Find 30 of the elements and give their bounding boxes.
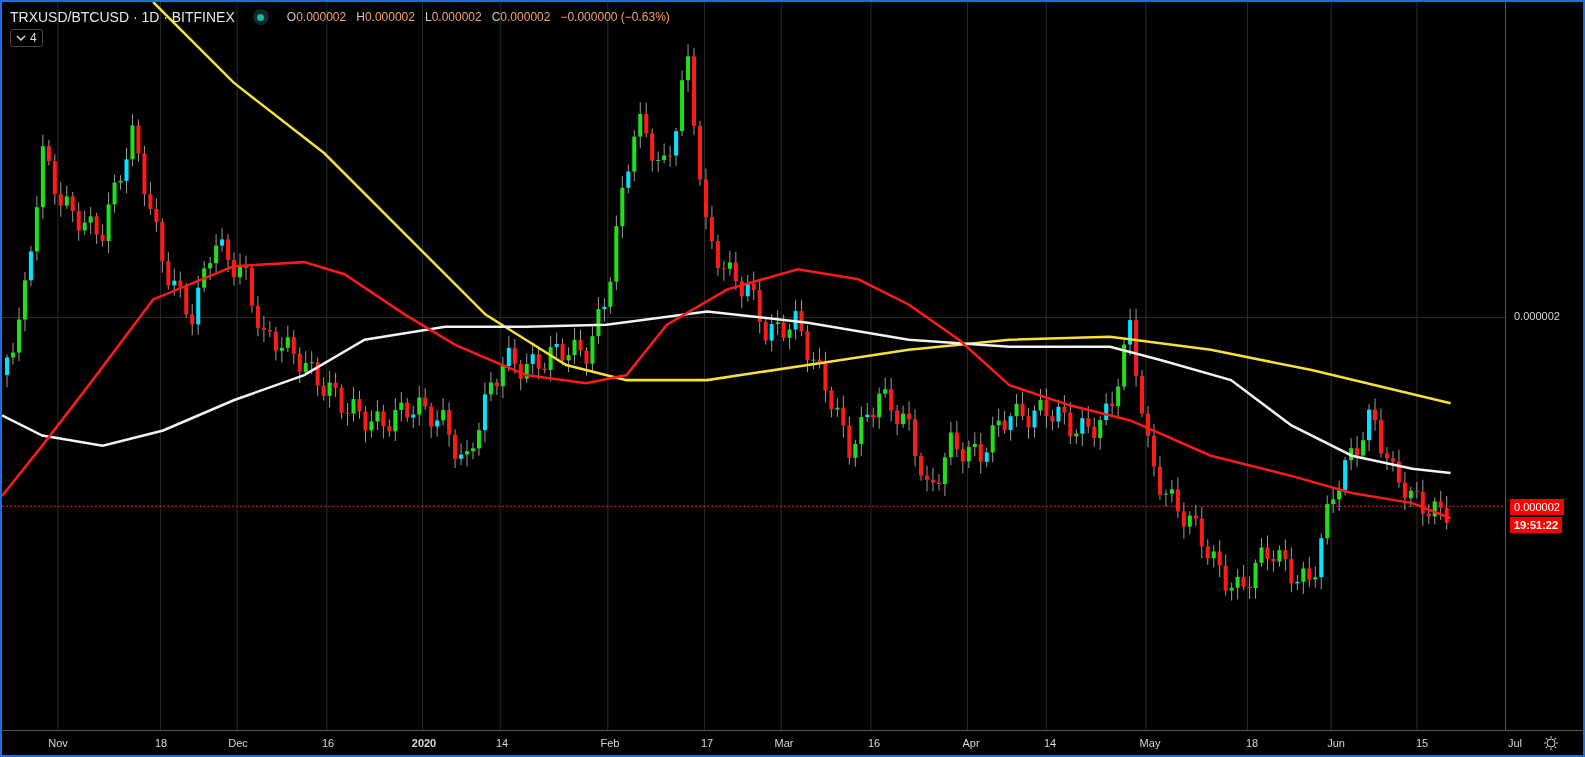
time-label: 16: [321, 737, 335, 749]
time-label: 17: [700, 737, 714, 749]
price-change: −0.000000 (−0.63%): [560, 10, 670, 24]
ohlc-value: C0.000002: [491, 10, 551, 24]
chevron-icon: [16, 34, 26, 42]
time-label: 18: [154, 737, 168, 749]
time-label: Jul: [1507, 737, 1523, 749]
last-price-badge: 0.000002: [1510, 499, 1564, 515]
ohlc-value: L0.000002: [424, 10, 482, 24]
time-label: 2020: [411, 737, 437, 749]
time-label: Mar: [774, 737, 794, 749]
time-label: Feb: [600, 737, 620, 749]
time-label: 15: [1415, 737, 1429, 749]
settings-icon[interactable]: [1543, 735, 1559, 751]
ohlc-value: H0.000002: [356, 10, 415, 24]
ohlc-value: O0.000002: [286, 10, 347, 24]
time-label: 16: [867, 737, 881, 749]
time-label: 18: [1245, 737, 1259, 749]
time-label: May: [1139, 737, 1161, 749]
indicators-toggle[interactable]: 4: [10, 29, 43, 47]
time-label: Jun: [1327, 737, 1345, 749]
time-label: 14: [495, 737, 509, 749]
time-label: Dec: [228, 737, 248, 749]
time-label: Nov: [48, 737, 68, 749]
countdown-badge: 19:51:22: [1510, 517, 1563, 533]
time-label: 14: [1043, 737, 1057, 749]
time-label: Apr: [962, 737, 980, 749]
symbol-title: TRXUSD/BTCUSD · 1D · BITFINEX: [10, 9, 235, 25]
status-dot-icon: [252, 9, 269, 25]
price-tick: 0.000002: [1514, 310, 1560, 322]
